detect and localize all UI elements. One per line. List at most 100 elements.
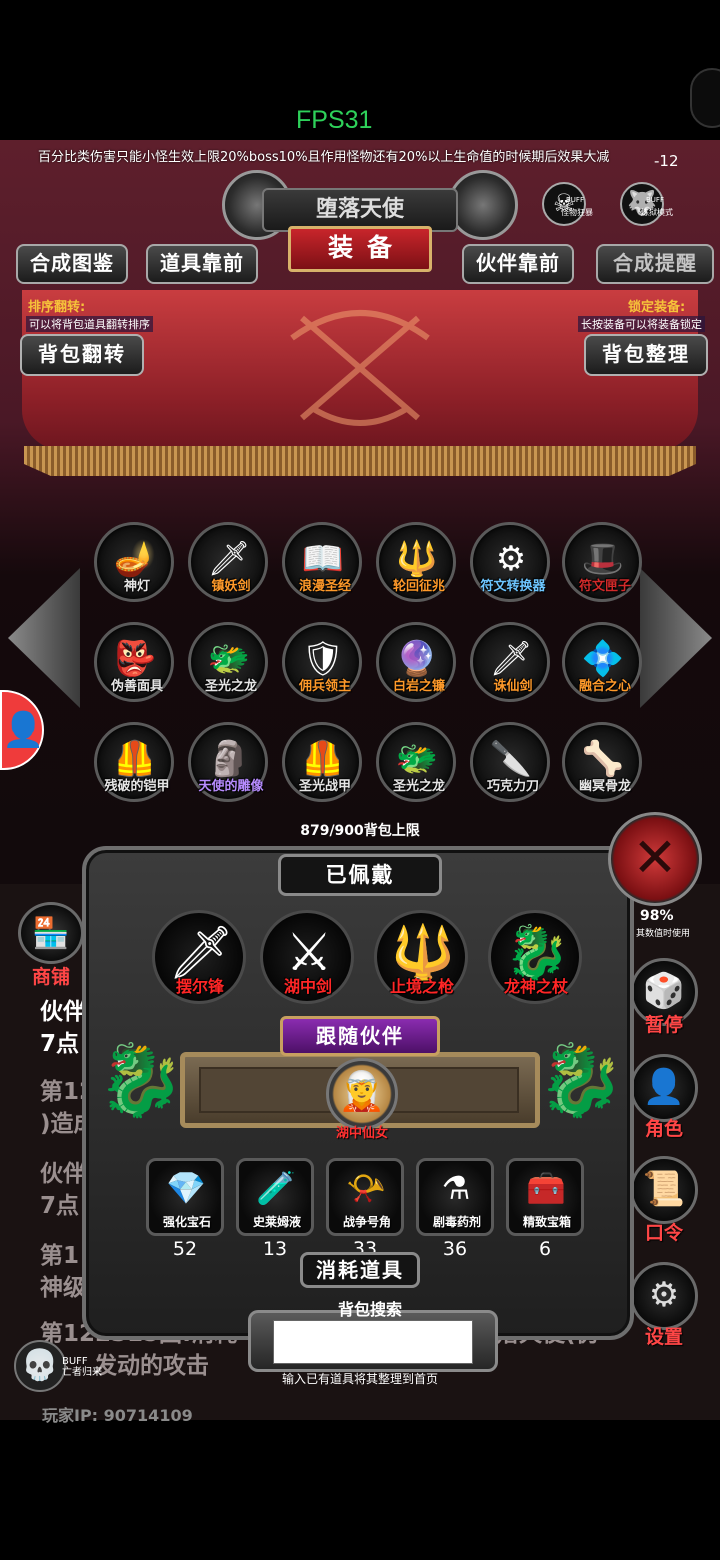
log-line: 伙伴: [40, 1161, 86, 1187]
inventory-slot[interactable]: 🦴 幽冥骨龙: [562, 722, 642, 802]
inventory-slot[interactable]: 🪔 神灯: [94, 522, 174, 602]
consumable-slot[interactable]: 🧰 精致宝箱: [506, 1158, 584, 1236]
search-hint: 输入已有道具将其整理到首页: [281, 1372, 438, 1386]
worn-slot[interactable]: 🐉 龙神之杖: [488, 910, 582, 1004]
item-name: 融合之心: [578, 679, 631, 694]
inventory-slot[interactable]: ⚙ 符文转换器: [470, 522, 550, 602]
inventory-slot[interactable]: 🛡 佣兵领主: [282, 622, 362, 702]
fairy-avatar-icon[interactable]: 🧝: [326, 1058, 398, 1130]
game-screen: { "status": {"fps": "FPS31"}, "notice": …: [0, 0, 720, 1560]
shop-icon[interactable]: 🏪: [18, 902, 84, 964]
sort-flip-title: 排序翻转:: [28, 300, 86, 315]
role-icon[interactable]: 👤: [630, 1054, 698, 1122]
inventory-slot[interactable]: 🔱 轮回征兆: [376, 522, 456, 602]
worn-item-name: 湖中剑: [283, 977, 332, 996]
search-label: 背包搜索: [337, 1300, 402, 1319]
notice-corner: -12: [654, 152, 679, 170]
inventory-slot[interactable]: 🐲 圣光之龙: [188, 622, 268, 702]
tab-partners-first[interactable]: 伙伴靠前: [462, 244, 574, 284]
code-label[interactable]: 口令: [630, 1218, 698, 1245]
pause-label[interactable]: 暂停: [630, 1010, 698, 1037]
consumable-name: 史莱姆液: [252, 1215, 301, 1229]
consumable-name: 战争号角: [342, 1215, 391, 1229]
consumable-slot[interactable]: 🧪 史莱姆液: [236, 1158, 314, 1236]
item-name: 巧克力刀: [486, 779, 539, 794]
close-icon[interactable]: ✕: [608, 812, 702, 906]
buff-tag: BUFF: [646, 196, 664, 204]
buff-tag: BUFF: [566, 196, 584, 204]
partner-title: 跟随伙伴: [280, 1016, 440, 1056]
consumable-slot[interactable]: 📯 战争号角: [326, 1158, 404, 1236]
inventory-slot[interactable]: 🦺 圣光战甲: [282, 722, 362, 802]
ornament-right: [448, 170, 518, 240]
buff-label: 怪物狂暴: [561, 208, 593, 217]
role-label[interactable]: 角色: [630, 1114, 698, 1141]
skull-icon[interactable]: 💀: [14, 1340, 66, 1392]
gear-icon[interactable]: ⚙: [630, 1262, 698, 1330]
buff-label: 炼狱模式: [641, 208, 673, 217]
footer-buff: BUFF 亡者归来: [62, 1356, 102, 1378]
tab-items-first[interactable]: 道具靠前: [146, 244, 258, 284]
footer-buff-tag: BUFF: [62, 1356, 88, 1367]
item-name: 伪善面具: [110, 679, 163, 694]
horn-icon: 📯: [346, 1169, 386, 1207]
settings-label[interactable]: 设置: [630, 1322, 698, 1349]
partner-name: 湖中仙女: [335, 1126, 388, 1141]
inventory-slot[interactable]: 🎩 符文匣子: [562, 522, 642, 602]
lock-equip-desc: 长按装备可以将装备锁定: [578, 316, 705, 332]
inventory-slot[interactable]: 🗡 诛仙剑: [470, 622, 550, 702]
floating-widget[interactable]: [690, 68, 720, 128]
consumable-slot[interactable]: 💎 强化宝石: [146, 1158, 224, 1236]
item-name: 圣光之龙: [392, 779, 445, 794]
item-name: 符文匣子: [578, 579, 631, 594]
inventory-slot[interactable]: 📖 浪漫圣经: [282, 522, 362, 602]
inventory-slot[interactable]: 🔮 白岩之镰: [376, 622, 456, 702]
worn-slot[interactable]: 🔱 止境之枪: [374, 910, 468, 1004]
inventory-slot[interactable]: 🔪 巧克力刀: [470, 722, 550, 802]
wolf-icon[interactable]: 🐺: [620, 182, 664, 226]
inventory-slot[interactable]: 🗿 天使的雕像: [188, 722, 268, 802]
gem-icon: 💎: [166, 1169, 206, 1207]
dragon-statue-icon: 🐉: [537, 1039, 625, 1121]
log-line: 第1: [40, 1243, 80, 1269]
log-percent: 98%: [640, 908, 674, 924]
inventory-slot[interactable]: 🗡 镇妖剑: [188, 522, 268, 602]
tab-synthesis-reminder[interactable]: 合成提醒: [596, 244, 714, 284]
consumable-slot[interactable]: ⚗ 剧毒药剂: [416, 1158, 494, 1236]
inventory-slot[interactable]: 🐲 圣光之龙: [376, 722, 456, 802]
consumable-count: 6: [538, 1238, 552, 1260]
inventory-slot[interactable]: 💠 融合之心: [562, 622, 642, 702]
item-name: 佣兵领主: [298, 679, 351, 694]
worn-slot[interactable]: 🗡 摆尔锋: [152, 910, 246, 1004]
consumable-count: 52: [172, 1238, 198, 1260]
item-name: 天使的雕像: [198, 779, 264, 794]
shop-label[interactable]: 商铺: [24, 962, 78, 989]
log-line: 发动的攻击: [94, 1353, 209, 1379]
item-name: 镇妖剑: [211, 579, 251, 594]
notice-text: 百分比类伤害只能小怪生效上限20%boss10%且作用怪物还有20%以上生命值的…: [38, 150, 610, 165]
bag-organize-button[interactable]: 背包整理: [584, 334, 708, 376]
log-line: 神级: [40, 1275, 86, 1301]
consumables-title: 消耗道具: [300, 1252, 420, 1288]
inventory-slot[interactable]: 🦺 残破的铠甲: [94, 722, 174, 802]
inventory-slot[interactable]: 👺 伪善面具: [94, 622, 174, 702]
item-name: 圣光战甲: [298, 779, 351, 794]
worn-item-name: 摆尔锋: [175, 977, 224, 996]
log-note: 其数值时使用: [636, 929, 691, 939]
consumable-name: 强化宝石: [162, 1215, 211, 1229]
item-name: 神灯: [123, 579, 150, 594]
item-name: 诛仙剑: [493, 679, 533, 694]
bag-flip-button[interactable]: 背包翻转: [20, 334, 144, 376]
ghost-skull-icon[interactable]: ☠: [542, 182, 586, 226]
tab-synthesis-guide[interactable]: 合成图鉴: [16, 244, 128, 284]
banner-fringe: [24, 446, 696, 476]
panel-title: 装备: [288, 226, 432, 272]
scroll-icon[interactable]: 📜: [630, 1156, 698, 1224]
dragon-statue-icon: 🐉: [97, 1039, 185, 1121]
sort-flip-desc: 可以将背包道具翻转排序: [26, 316, 153, 332]
item-name: 残破的铠甲: [104, 779, 170, 794]
worn-slot[interactable]: ⚔ 湖中剑: [260, 910, 354, 1004]
item-name: 圣光之龙: [204, 679, 257, 694]
bag-search-input[interactable]: [273, 1320, 473, 1364]
item-name: 轮回征兆: [392, 579, 445, 594]
